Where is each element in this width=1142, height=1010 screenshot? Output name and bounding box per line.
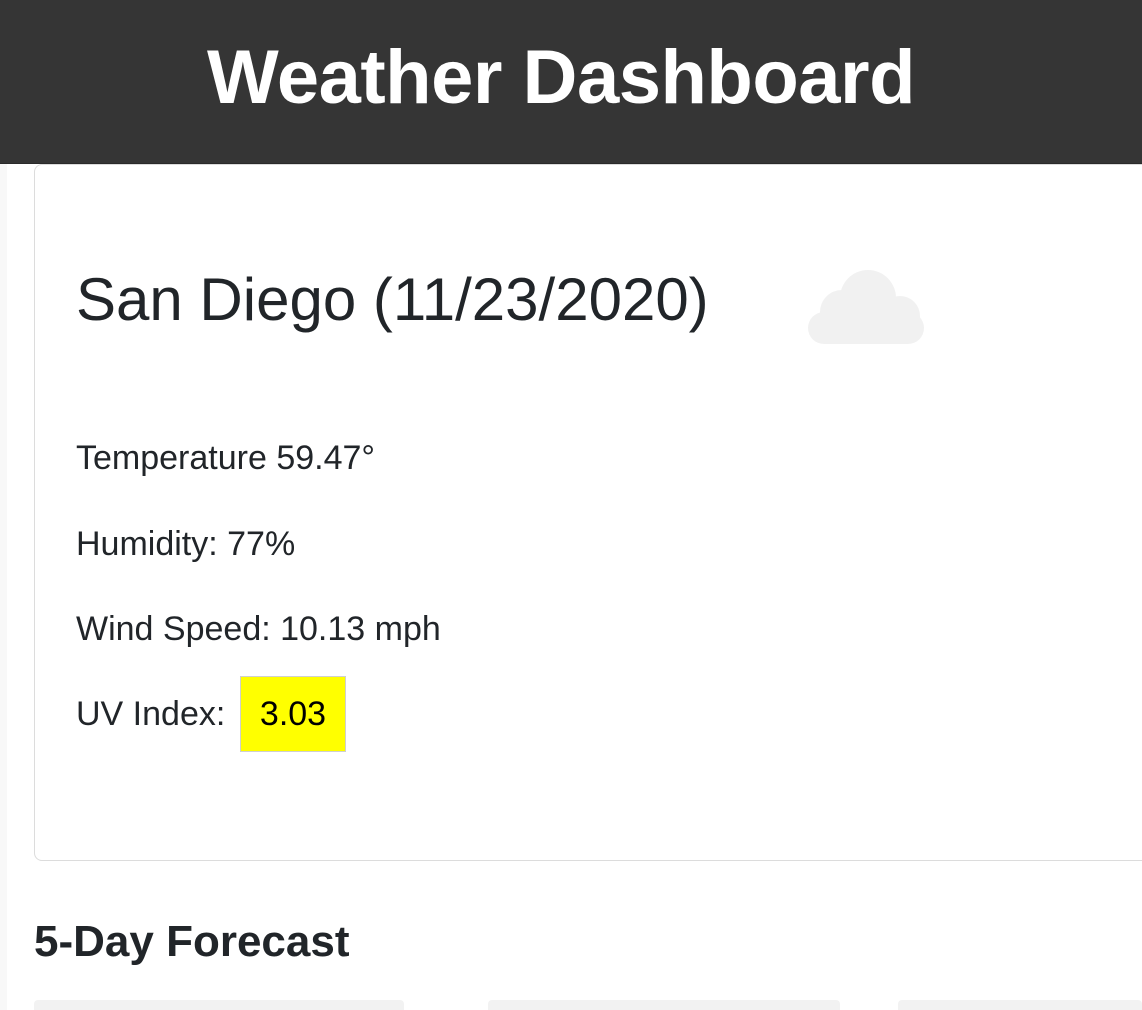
cloud-shape bbox=[808, 270, 924, 344]
sidebar-edge bbox=[0, 164, 7, 1010]
cloud-icon bbox=[808, 270, 924, 344]
app-title: Weather Dashboard bbox=[206, 35, 916, 120]
temperature-text: Temperature 59.47° bbox=[76, 439, 375, 477]
forecast-card bbox=[488, 1000, 840, 1010]
uv-index-label: UV Index: bbox=[76, 695, 226, 733]
app-header: Weather Dashboard bbox=[0, 0, 1142, 164]
forecast-heading: 5-Day Forecast bbox=[34, 917, 350, 966]
uv-index-badge: 3.03 bbox=[240, 676, 346, 752]
humidity-text: Humidity: 77% bbox=[76, 525, 296, 563]
forecast-card bbox=[898, 1000, 1142, 1010]
forecast-card bbox=[34, 1000, 404, 1010]
city-date-heading: San Diego (11/23/2020) bbox=[76, 266, 709, 333]
wind-speed-text: Wind Speed: 10.13 mph bbox=[76, 610, 441, 648]
